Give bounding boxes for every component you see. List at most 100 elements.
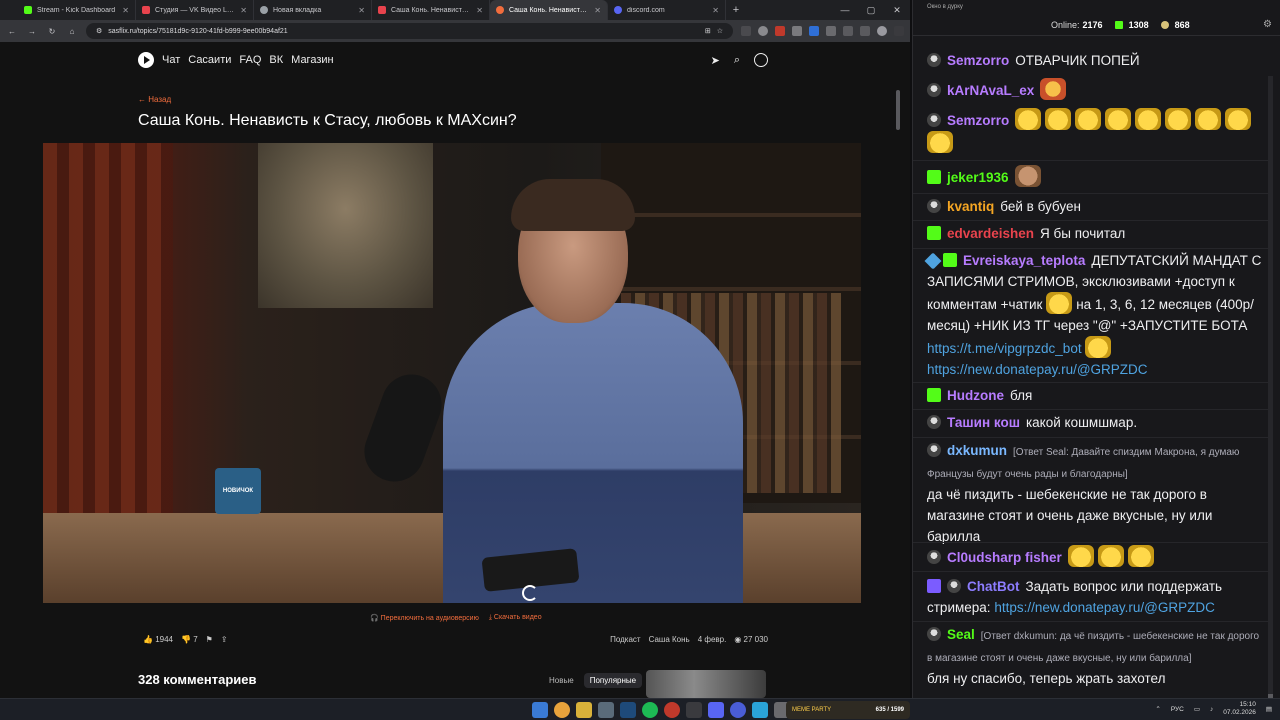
- chat-username[interactable]: Semzorro: [947, 113, 1009, 128]
- home-icon[interactable]: ⌂: [66, 27, 78, 36]
- chat-username[interactable]: dxkumun: [947, 443, 1007, 458]
- nav-chat[interactable]: Чат: [162, 54, 180, 66]
- chat-username[interactable]: jeker1936: [947, 170, 1009, 185]
- tab-search-icon[interactable]: [860, 26, 870, 36]
- forward-arrow-icon[interactable]: →: [26, 27, 38, 36]
- promo-banner-image[interactable]: [646, 670, 766, 698]
- app-icon[interactable]: [730, 702, 746, 718]
- extension-icon[interactable]: [792, 26, 802, 36]
- tab-discord[interactable]: discord.com ✕: [608, 0, 726, 20]
- telegram-taskbar-icon[interactable]: [752, 702, 768, 718]
- steam-icon[interactable]: [620, 702, 636, 718]
- close-tab-icon[interactable]: ✕: [594, 6, 601, 15]
- bookmark-star-icon[interactable]: ☆: [717, 27, 723, 35]
- chat-link[interactable]: https://new.donatepay.ru/@GRPZDC: [994, 600, 1215, 615]
- tab-new[interactable]: Новая вкладка ✕: [254, 0, 372, 20]
- close-tab-icon[interactable]: ✕: [712, 6, 719, 15]
- translate-icon[interactable]: ⊞: [705, 27, 711, 35]
- back-link[interactable]: ← Назад: [138, 95, 171, 104]
- spotify-icon[interactable]: [642, 702, 658, 718]
- chat-settings-gear-icon[interactable]: ⚙: [1263, 19, 1272, 30]
- reload-icon[interactable]: ↻: [46, 27, 58, 36]
- site-logo-play-icon[interactable]: [138, 52, 154, 68]
- chat-username[interactable]: kArNAvaL_ex: [947, 83, 1034, 98]
- view-count: 27 030: [743, 634, 768, 644]
- puzzle-icon[interactable]: [826, 26, 836, 36]
- folder-icon[interactable]: [576, 702, 592, 718]
- chat-message: Hudzone бля: [927, 385, 1263, 406]
- chat-username[interactable]: Semzorro: [947, 53, 1009, 68]
- close-tab-icon[interactable]: ✕: [476, 6, 483, 15]
- tag-sasha-kon[interactable]: Саша Конь: [649, 635, 690, 644]
- system-tray: ⌃ РУС ▭ ♪ 15:10 07.02.2026 ▤: [1155, 701, 1272, 717]
- maximize-icon[interactable]: ▢: [858, 0, 884, 20]
- close-window-icon[interactable]: ✕: [884, 0, 910, 20]
- chrome-icon: [260, 6, 268, 14]
- chat-username[interactable]: Hudzone: [947, 388, 1004, 403]
- windows-start-icon[interactable]: [532, 702, 548, 718]
- menu-dots-icon[interactable]: [894, 26, 904, 36]
- chat-username[interactable]: Seal: [947, 627, 975, 642]
- site-info-icon[interactable]: ⚙: [96, 27, 102, 35]
- app-icon[interactable]: [664, 702, 680, 718]
- tab-kick-dashboard[interactable]: Stream - Kick Dashboard ✕: [18, 0, 136, 20]
- audio-version-link[interactable]: 🎧 Переключить на аудиоверсию: [370, 614, 479, 622]
- app-icon[interactable]: [598, 702, 614, 718]
- tag-podcast[interactable]: Подкаст: [610, 635, 640, 644]
- nav-shop[interactable]: Магазин: [291, 54, 333, 66]
- close-tab-icon[interactable]: ✕: [122, 6, 129, 15]
- bookmark-icon[interactable]: ⚑: [206, 635, 213, 644]
- chat-username[interactable]: kvantiq: [947, 199, 994, 214]
- url-field[interactable]: ⚙ sasflix.ru/topics/75181d9c-9120-41fd-b…: [86, 23, 733, 39]
- chat-username[interactable]: ChatBot: [967, 579, 1020, 594]
- extension-icon[interactable]: [741, 26, 751, 36]
- tray-chevron-icon[interactable]: ⌃: [1155, 705, 1160, 713]
- chat-username[interactable]: Evreiskaya_teplota: [963, 253, 1085, 268]
- tab-sasflix-active[interactable]: Саша Конь. Ненависть к С ✕: [490, 0, 608, 20]
- chat-link[interactable]: https://new.donatepay.ru/@GRPZDC: [927, 362, 1148, 377]
- extension-icon[interactable]: [775, 26, 785, 36]
- chat-username[interactable]: Ташин кош: [947, 415, 1020, 430]
- download-video-link[interactable]: ⤓ Скачать видео: [489, 614, 542, 622]
- network-icon[interactable]: ▭: [1194, 705, 1200, 713]
- chat-username[interactable]: Cl0udsharp fisher: [947, 550, 1062, 565]
- extension-icon[interactable]: [809, 26, 819, 36]
- extension-icon[interactable]: [758, 26, 768, 36]
- language-indicator[interactable]: РУС: [1171, 706, 1184, 713]
- chat-username[interactable]: edvardeishen: [947, 226, 1034, 241]
- notifications-icon[interactable]: ▤: [1266, 705, 1272, 713]
- like-count: 1944: [155, 634, 173, 644]
- user-account-icon[interactable]: [754, 53, 768, 67]
- profile-avatar[interactable]: [877, 26, 887, 36]
- chat-scrollbar[interactable]: [1268, 76, 1273, 698]
- tab-vk-studio[interactable]: Студия — VK Видео Live ✕: [136, 0, 254, 20]
- volume-icon[interactable]: ♪: [1210, 706, 1213, 713]
- tab-youtube-video[interactable]: Саша Конь. Ненависть к Стасу ✕: [372, 0, 490, 20]
- back-arrow-icon[interactable]: ←: [6, 27, 18, 36]
- search-icon[interactable]: ⌕: [734, 54, 740, 67]
- clock[interactable]: 15:10 07.02.2026: [1223, 701, 1256, 717]
- sort-popular-tab[interactable]: Популярные: [583, 673, 643, 688]
- video-frame-portrait: [258, 143, 433, 308]
- new-tab-button[interactable]: +: [726, 0, 746, 20]
- like-button[interactable]: 👍 1944: [143, 635, 173, 644]
- emote-icon: [1067, 545, 1094, 567]
- download-icon[interactable]: [843, 26, 853, 36]
- nav-sasaiti[interactable]: Сасаити: [188, 54, 231, 66]
- discord-taskbar-icon[interactable]: [708, 702, 724, 718]
- dislike-button[interactable]: 👎 7: [181, 635, 198, 644]
- nav-vk[interactable]: ВК: [269, 54, 283, 66]
- nav-faq[interactable]: FAQ: [239, 54, 261, 66]
- close-tab-icon[interactable]: ✕: [240, 6, 247, 15]
- share-icon[interactable]: ⇪: [221, 635, 228, 644]
- close-tab-icon[interactable]: ✕: [358, 6, 365, 15]
- page-scrollbar[interactable]: [896, 90, 900, 130]
- chrome-taskbar-icon[interactable]: [554, 702, 570, 718]
- app-icon[interactable]: [686, 702, 702, 718]
- meme-party-widget[interactable]: MEME PARTY 635 / 1599: [786, 701, 910, 719]
- telegram-icon[interactable]: ➤: [711, 54, 720, 67]
- video-player[interactable]: НОВИЧОК: [43, 143, 861, 603]
- chat-link[interactable]: https://t.me/vipgrpzdc_bot: [927, 341, 1082, 356]
- minimize-icon[interactable]: —: [832, 0, 858, 20]
- sort-new-tab[interactable]: Новые: [543, 673, 580, 688]
